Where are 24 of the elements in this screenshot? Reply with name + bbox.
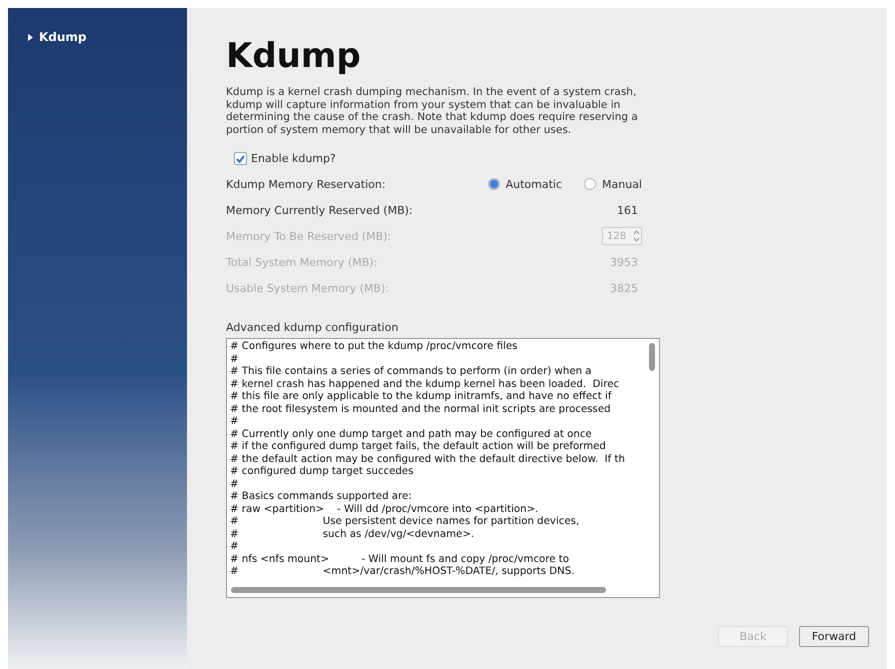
value-text: 3825	[609, 282, 639, 294]
field-label: Kdump Memory Reservation:	[226, 178, 387, 190]
field-label: Memory Currently Reserved (MB):	[226, 204, 414, 216]
field-label: Total System Memory (MB):	[226, 256, 378, 268]
value-text: 3953	[609, 256, 639, 268]
radio-button[interactable]	[584, 178, 596, 190]
scrollbar-thumb[interactable]	[231, 587, 606, 593]
radio-label: Manual	[602, 178, 642, 190]
radio-button[interactable]	[488, 178, 500, 190]
scrollbar-thumb[interactable]	[649, 343, 655, 371]
radio-label: Automatic	[506, 178, 562, 190]
spinner-arrows-icon[interactable]	[632, 228, 641, 244]
field-label: Memory To Be Reserved (MB):	[226, 230, 392, 242]
section-label: Advanced kdump configuration	[226, 321, 400, 334]
config-text-area[interactable]: # Configures where to put the kdump /proc/vmcore files # # This file contains a series of commands to perform (in order) when a # kernel crash has happened and the kdump kernel has been loaded. Direc # this file are only applicable to the kdump initramfs, and have no effect if # the root filesystem is mounted and the normal init scripts are processed # # Currently only one dump target and path may be configured at once # if the configured dump target fails, the default action will be preformed # the default action may be configured with the default directive below. If th # configured dump target succedes # # Basics commands supported are: # raw <partition> - Will dd /proc/vmcore into <partition>. # Use persistent device names for partition devices, # such as /dev/vg/<devname>. # # nfs <nfs mount> - Will mount fs and copy /proc/vmcore to # <mnt>/var/crash/%HOST-%DATE/, supports DNS.	[226, 338, 660, 598]
description: Kdump is a kernel crash dumping mechanism. In the event of a system crash, kdump will capture information from your system that can be invaluable in determining the cause of the crash. Note that kdump does require reserving a portion of system memory that will be unavailable for other uses.	[226, 86, 639, 136]
field-label: Usable System Memory (MB):	[226, 282, 390, 294]
forward-button[interactable]: Forward	[799, 626, 869, 647]
sidebar-item[interactable]: Kdump	[28, 30, 187, 44]
checkbox-label: Enable kdump?	[251, 152, 336, 165]
checkbox[interactable]	[234, 152, 247, 165]
caret-icon	[28, 34, 33, 40]
value-text: 161	[616, 204, 639, 216]
page-title: Kdump	[226, 36, 362, 76]
